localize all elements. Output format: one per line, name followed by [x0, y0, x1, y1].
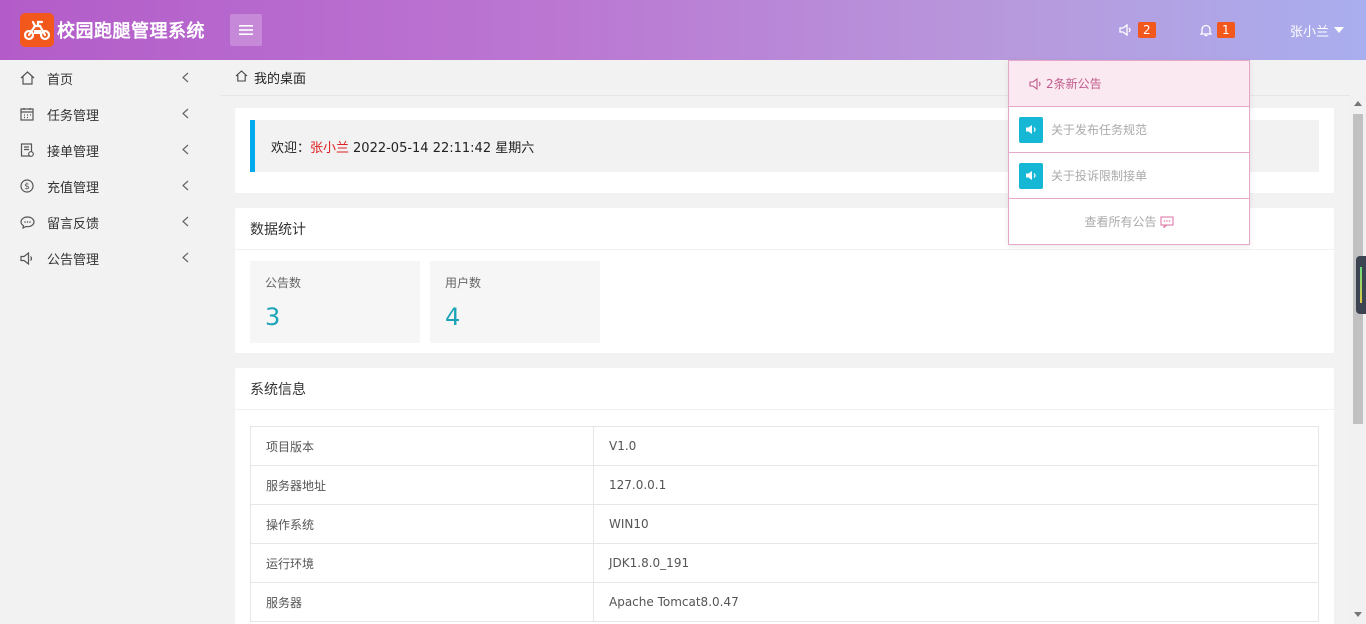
menu-toggle-button[interactable]	[230, 14, 262, 46]
alert-button[interactable]: 1	[1200, 20, 1235, 40]
dollar-icon: $	[19, 178, 35, 194]
stat-user-count[interactable]: 用户数 4	[430, 261, 600, 343]
user-name: 张小兰	[1290, 24, 1330, 40]
table-value: WIN10	[593, 504, 1319, 544]
home-icon	[235, 69, 248, 86]
sidebar: 首页 任务管理 接单管理 $ 充值管理 留言反馈 公告管理	[0, 60, 220, 624]
system-info-card: 系统信息 项目版本 V1.0 服务器地址 127.0.0.1 操作系统 WIN1…	[235, 368, 1334, 624]
breadcrumb-tab-desktop[interactable]: 我的桌面	[254, 68, 306, 87]
stat-value: 4	[445, 303, 461, 331]
stat-label: 用户数	[445, 276, 482, 290]
speaker-icon	[1119, 24, 1131, 36]
side-widget-handle[interactable]	[1356, 256, 1366, 314]
speaker-icon	[1019, 116, 1043, 143]
sidebar-item-label: 任务管理	[47, 108, 100, 124]
sidebar-item-label: 接单管理	[47, 144, 100, 160]
scooter-logo-icon	[20, 13, 54, 47]
sidebar-item-recharge[interactable]: $ 充值管理	[0, 168, 220, 204]
sidebar-item-label: 首页	[47, 72, 74, 88]
sidebar-item-home[interactable]: 首页	[0, 60, 220, 96]
app-logo[interactable]: 校园跑腿管理系统	[20, 13, 205, 47]
home-icon	[19, 70, 35, 86]
top-header: 校园跑腿管理系统 2 1 张小兰	[0, 0, 1366, 60]
notice-dropdown-header: 2条新公告	[1009, 61, 1249, 107]
app-title: 校园跑腿管理系统	[57, 21, 205, 42]
chevron-left-icon	[182, 252, 189, 267]
scroll-down-arrow-icon[interactable]	[1354, 612, 1362, 617]
caret-down-icon	[1334, 27, 1345, 33]
stat-label: 公告数	[265, 276, 302, 290]
scroll-up-arrow-icon[interactable]	[1354, 101, 1362, 106]
order-icon	[19, 142, 35, 158]
table-key: 项目版本	[250, 426, 594, 466]
table-value: JDK1.8.0_191	[593, 543, 1319, 583]
calendar-icon	[19, 106, 35, 122]
table-key: 服务器	[250, 582, 594, 622]
notice-item-label: 关于投诉限制接单	[1051, 169, 1148, 183]
chat-icon	[19, 214, 35, 230]
table-key: 运行环境	[250, 543, 594, 583]
welcome-datetime: 2022-05-14 22:11:42 星期六	[353, 140, 535, 156]
table-row: 操作系统 WIN10	[250, 504, 1319, 544]
table-row: 项目版本 V1.0	[250, 426, 1319, 466]
table-row: 服务器 Apache Tomcat8.0.47	[250, 582, 1319, 622]
notice-item[interactable]: 关于发布任务规范	[1009, 107, 1249, 153]
svg-text:$: $	[24, 182, 30, 192]
stat-value: 3	[265, 303, 281, 331]
sidebar-item-feedback[interactable]: 留言反馈	[0, 204, 220, 240]
welcome-prefix: 欢迎：	[271, 140, 311, 156]
chevron-left-icon	[182, 72, 189, 87]
table-key: 操作系统	[250, 504, 594, 544]
message-icon	[1159, 215, 1174, 228]
welcome-user: 张小兰	[310, 140, 350, 156]
view-all-notices-link[interactable]: 查看所有公告	[1009, 199, 1249, 244]
table-row: 运行环境 JDK1.8.0_191	[250, 543, 1319, 583]
sidebar-item-notices[interactable]: 公告管理	[0, 240, 220, 276]
sidebar-item-label: 留言反馈	[47, 216, 100, 232]
chevron-left-icon	[182, 216, 189, 231]
table-key: 服务器地址	[250, 465, 594, 505]
chevron-left-icon	[182, 180, 189, 195]
sidebar-item-tasks[interactable]: 任务管理	[0, 96, 220, 132]
notice-dropdown: 2条新公告 关于发布任务规范 关于投诉限制接单 查看所有公告	[1008, 60, 1250, 245]
view-all-notices-label: 查看所有公告	[1084, 215, 1157, 229]
system-info-title: 系统信息	[235, 368, 1334, 410]
stat-notice-count[interactable]: 公告数 3	[250, 261, 420, 343]
sidebar-item-orders[interactable]: 接单管理	[0, 132, 220, 168]
sidebar-item-label: 充值管理	[47, 180, 100, 196]
notice-count-badge: 2	[1138, 22, 1156, 38]
hamburger-icon	[239, 25, 253, 35]
speaker-icon	[1019, 162, 1043, 189]
table-value: Apache Tomcat8.0.47	[593, 582, 1319, 622]
notice-item-label: 关于发布任务规范	[1051, 123, 1148, 137]
user-menu[interactable]: 张小兰	[1290, 20, 1345, 40]
content-scrollbar[interactable]	[1350, 96, 1366, 624]
table-value: 127.0.0.1	[593, 465, 1319, 505]
notice-item[interactable]: 关于投诉限制接单	[1009, 153, 1249, 199]
alert-count-badge: 1	[1217, 22, 1235, 38]
system-info-table: 项目版本 V1.0 服务器地址 127.0.0.1 操作系统 WIN10 运行环…	[250, 426, 1319, 622]
table-value: V1.0	[593, 426, 1319, 466]
speaker-icon	[1029, 77, 1041, 90]
bell-icon	[1200, 24, 1212, 36]
notice-dropdown-title: 2条新公告	[1046, 77, 1102, 91]
table-row: 服务器地址 127.0.0.1	[250, 465, 1319, 505]
chevron-left-icon	[182, 108, 189, 123]
speaker-icon	[19, 250, 35, 266]
notice-button[interactable]: 2	[1119, 20, 1156, 40]
chevron-left-icon	[182, 144, 189, 159]
sidebar-item-label: 公告管理	[47, 252, 100, 268]
